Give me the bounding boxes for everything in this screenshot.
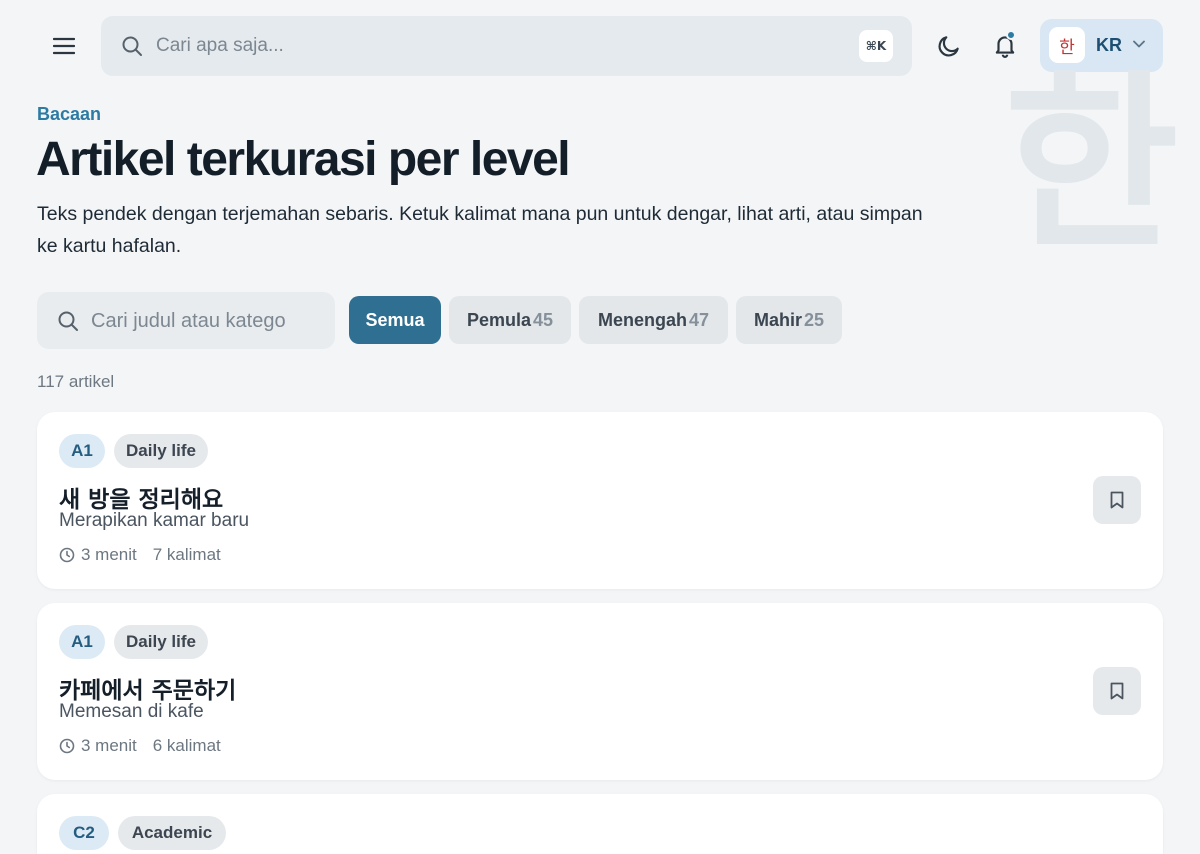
bookmark-button[interactable] [1093,476,1141,524]
article-meta: 3 menit 7 kalimat [59,545,221,565]
filter-chip-beginner[interactable]: Pemula 45 [449,296,571,344]
search-icon [58,311,78,331]
filter-chip-advanced[interactable]: Mahir 25 [736,296,842,344]
chevron-down-icon [1133,40,1145,48]
category-tag: Academic [118,816,226,850]
clock-icon [59,547,75,563]
language-selector[interactable]: 한 KR [1040,19,1163,72]
clock-icon [59,738,75,754]
bookmark-icon [1110,491,1124,509]
global-search[interactable]: ⌘K [101,16,912,76]
filter-chip-all[interactable]: Semua [349,296,441,344]
filter-chip-intermediate[interactable]: Menengah 47 [579,296,728,344]
language-flag-badge: 한 [1049,27,1085,63]
chip-count: 25 [803,309,825,330]
article-card[interactable]: A1 Daily life 새 방을 정리해요 Merapikan kamar … [37,412,1163,589]
article-translation: Memesan di kafe [59,701,204,722]
section-eyebrow: Bacaan [37,104,102,124]
shortcut-hint: ⌘K [859,30,893,62]
article-card[interactable]: A1 Daily life 카페에서 주문하기 Memesan di kafe … [37,603,1163,780]
article-search[interactable] [37,292,335,349]
theme-toggle-button[interactable] [929,26,969,66]
sentence-count: 7 kalimat [152,545,221,564]
moon-icon [938,36,959,57]
article-translation: Merapikan kamar baru [59,510,250,531]
category-tag: Daily life [114,434,208,468]
level-tag: A1 [59,434,105,468]
global-search-input[interactable] [156,30,846,62]
chip-count: 45 [533,309,554,330]
chip-label: Menengah [597,309,687,330]
level-tag: C2 [59,816,109,850]
level-tag: A1 [59,625,105,659]
category-tag: Daily life [114,625,208,659]
article-title: 카페에서 주문하기 [59,678,237,704]
article-meta: 3 menit 6 kalimat [59,736,221,756]
reading-time: 3 menit [81,545,137,564]
notification-dot [1006,30,1016,40]
article-search-input[interactable] [91,304,321,338]
chip-label: Mahir [753,309,802,330]
chip-label: Semua [365,309,425,330]
sentence-count: 6 kalimat [152,736,221,755]
hamburger-icon [53,37,75,55]
reading-time: 3 menit [81,736,137,755]
top-bar: ⌘K 한 KR [0,0,1200,92]
bookmark-button[interactable] [1093,667,1141,715]
page-description: Teks pendek dengan terjemahan sebaris. K… [37,203,923,257]
bookmark-icon [1110,682,1124,700]
chip-count: 47 [688,309,710,330]
language-code: KR [1096,35,1122,55]
result-count: 117 artikel [37,372,115,391]
menu-button[interactable] [44,26,84,66]
article-title: 새 방을 정리해요 [59,487,224,513]
search-icon [122,36,142,56]
hangul-watermark: 한 [1004,70,1179,260]
notifications-button[interactable] [985,25,1025,65]
chip-label: Pemula [466,309,531,330]
article-card[interactable]: C2 Academic [37,794,1163,854]
page-title: Artikel terkurasi per level [36,133,571,186]
